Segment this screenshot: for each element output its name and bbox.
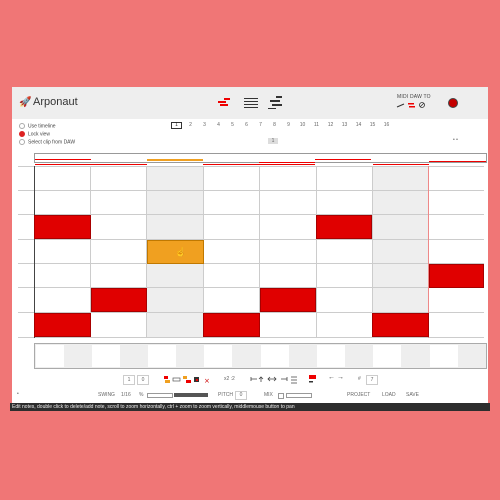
hash-value-field[interactable]: 7 <box>366 375 378 385</box>
plugin-window: 🚀 Arponaut MIDI DAW TO Use timeline Lock… <box>12 87 488 411</box>
value-b-field[interactable]: 0 <box>137 375 149 385</box>
velocity-bars <box>36 345 458 367</box>
page-button[interactable]: 3 <box>199 122 210 129</box>
distribute-icon[interactable] <box>291 376 297 384</box>
page-button[interactable]: 6 <box>241 122 252 129</box>
page-button[interactable]: 12 <box>325 122 336 129</box>
page-button[interactable]: 8 <box>269 122 280 129</box>
swing-value[interactable]: 1/16 <box>121 392 131 398</box>
midi-mode-icons <box>396 102 425 108</box>
save-button[interactable]: SAVE <box>406 392 419 398</box>
page-button[interactable]: 7 <box>255 122 266 129</box>
note[interactable] <box>203 313 260 337</box>
swing-percent: % <box>139 392 144 398</box>
page-button[interactable]: 13 <box>339 122 350 129</box>
record-button[interactable] <box>448 98 458 108</box>
page-button[interactable]: 10 <box>297 122 308 129</box>
settings-bar: • SWING 1/16 % PITCH 0 MIX PROJECT LOAD … <box>12 389 488 401</box>
color-tool-icon[interactable] <box>308 375 318 384</box>
page-button[interactable]: 16 <box>381 122 392 129</box>
app-title: Arponaut <box>33 96 78 108</box>
page-button[interactable]: 2 <box>185 122 196 129</box>
clip-overview[interactable] <box>34 153 487 165</box>
note[interactable] <box>429 264 484 288</box>
swing-label: SWING <box>98 392 115 398</box>
header-bar: 🚀 Arponaut MIDI DAW TO <box>12 87 488 119</box>
mix-label: MIX <box>264 392 273 398</box>
option-use-timeline[interactable]: Use timeline <box>19 123 56 130</box>
stretch-icon[interactable] <box>267 376 277 382</box>
note[interactable] <box>34 215 91 239</box>
note[interactable] <box>372 313 429 337</box>
page-button[interactable]: 11 <box>311 122 322 129</box>
note[interactable] <box>260 288 316 312</box>
arrow-right-icon[interactable]: → <box>337 374 344 381</box>
page-button[interactable]: 4 <box>213 122 224 129</box>
cursor-icon: ☝ <box>175 247 187 257</box>
note-grid[interactable]: ☝ <box>18 166 484 338</box>
rocket-icon: 🚀 <box>19 97 32 108</box>
page-button[interactable]: 15 <box>367 122 378 129</box>
list-view-icon[interactable] <box>244 98 258 108</box>
align-left-icon[interactable] <box>250 377 257 381</box>
page-button[interactable]: 1 <box>171 122 182 129</box>
align-right-icon[interactable] <box>281 377 288 381</box>
box-tool-icon[interactable] <box>172 377 181 382</box>
copy-tool-icon[interactable] <box>183 376 187 379</box>
selected-note[interactable]: ☝ <box>147 240 204 264</box>
note[interactable] <box>91 288 147 312</box>
project-button[interactable]: PROJECT <box>347 392 370 398</box>
swing-amount-bar[interactable] <box>174 393 208 397</box>
select-tool-icon[interactable] <box>164 376 168 379</box>
mix-toggle[interactable] <box>278 393 284 399</box>
nav-dots[interactable]: • • <box>453 137 458 143</box>
note[interactable] <box>316 215 372 239</box>
note-tools: × <box>164 376 210 384</box>
note[interactable] <box>34 313 91 337</box>
pencil-icon[interactable] <box>396 103 405 108</box>
view-mode-icons <box>218 96 282 109</box>
status-bar: Edit notes, double click to delete/add n… <box>10 403 490 411</box>
dot-marker: • <box>17 391 19 397</box>
delete-icon[interactable]: × <box>204 377 210 384</box>
midi-daw-label: MIDI DAW TO <box>397 94 431 100</box>
value-a-field[interactable]: 1 <box>123 375 135 385</box>
load-button[interactable]: LOAD <box>382 392 396 398</box>
swing-slider[interactable] <box>147 393 173 398</box>
velocity-lane[interactable] <box>34 343 487 369</box>
pitch-field[interactable]: 0 <box>235 391 247 400</box>
pattern-view-icon[interactable] <box>268 96 282 109</box>
align-tools <box>250 376 297 384</box>
page-button[interactable]: 5 <box>227 122 238 129</box>
edit-toolbar: 1 0 × x2 :2 ← → # 7 <box>12 372 488 386</box>
page-button[interactable]: 9 <box>283 122 294 129</box>
mix-slider[interactable] <box>286 393 312 398</box>
arrow-left-icon[interactable]: ← <box>328 374 335 381</box>
align-up-icon[interactable] <box>258 376 264 382</box>
hash-label: # <box>358 376 361 382</box>
page-button[interactable]: 14 <box>353 122 364 129</box>
transpose-buttons[interactable]: x2 :2 <box>224 376 235 382</box>
notes-icon[interactable] <box>408 103 414 105</box>
piano-roll-view-icon[interactable] <box>218 98 230 106</box>
current-marker: 1 <box>268 138 278 144</box>
pitch-label: PITCH <box>218 392 233 398</box>
option-select-clip[interactable]: Select clip from DAW <box>19 139 75 146</box>
option-lock-view[interactable]: Lock view <box>19 131 50 138</box>
